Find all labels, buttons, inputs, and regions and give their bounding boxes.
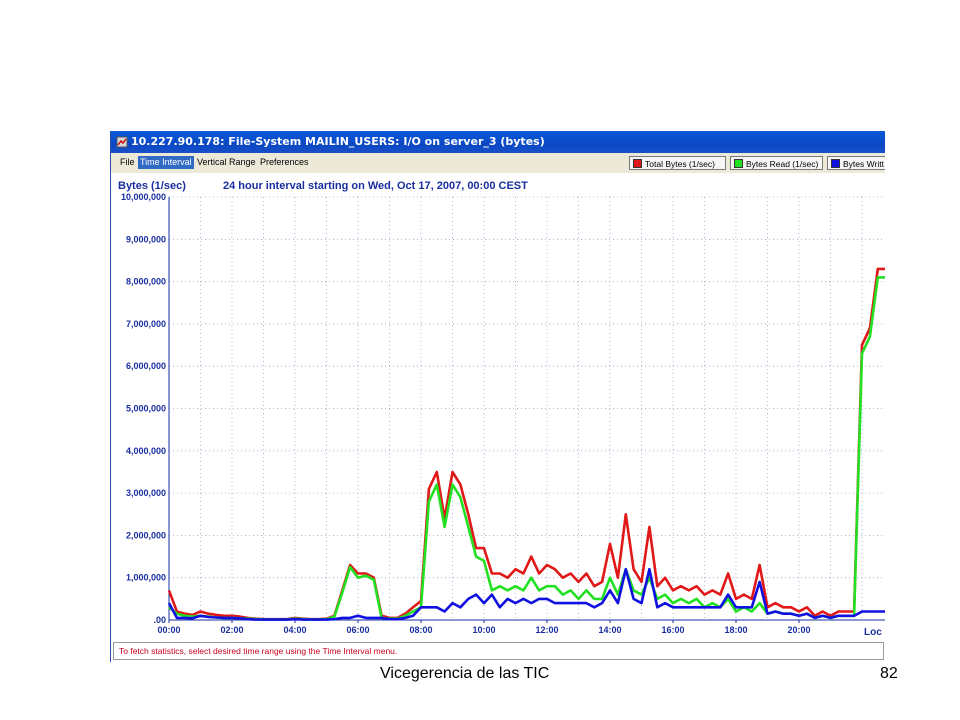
legend-label: Total Bytes (1/sec) [645,159,715,169]
y-tick-label: 10,000,000 [121,192,166,202]
y-tick-label: 4,000,000 [126,446,166,456]
y-tick-label: 9,000,000 [126,234,166,244]
x-tick-label: 06:00 [346,625,369,635]
page-number: 82 [880,665,898,682]
y-tick-label: 1,000,000 [126,573,166,583]
y-axis-label: Bytes (1/sec) [118,180,186,192]
y-tick-label: 6,000,000 [126,361,166,371]
x-tick-label: 16:00 [661,625,684,635]
chart-title: 24 hour interval starting on Wed, Oct 17… [223,180,528,192]
x-tick-label: 00:00 [157,625,180,635]
menu-bar: File Time Interval Vertical Range Prefer… [111,153,885,173]
y-tick-label: 3,000,000 [126,488,166,498]
window-app-icon[interactable] [116,136,128,148]
x-tick-label: 08:00 [409,625,432,635]
legend-bytes-read[interactable]: Bytes Read (1/sec) [730,156,823,170]
x-tick-label: 10:00 [472,625,495,635]
legend-swatch-red [633,159,642,168]
y-tick-label: .00 [153,615,166,625]
menu-preferences[interactable]: Preferences [258,156,311,169]
x-tick-label: 18:00 [724,625,747,635]
status-text: To fetch statistics, select desired time… [119,646,398,656]
window-title: 10.227.90.178: File-System MAILIN_USERS:… [131,135,545,148]
legend-label: Bytes Read (1/sec) [746,159,819,169]
legend-swatch-blue [831,159,840,168]
legend-bytes-written[interactable]: Bytes Writt [827,156,885,170]
y-tick-label: 2,000,000 [126,530,166,540]
x-tick-label: 14:00 [598,625,621,635]
status-bar: To fetch statistics, select desired time… [113,642,884,660]
y-tick-label: 5,000,000 [126,404,166,414]
menu-time-interval[interactable]: Time Interval [138,156,194,169]
legend-total-bytes[interactable]: Total Bytes (1/sec) [629,156,726,170]
menu-vertical-range[interactable]: Vertical Range [195,156,258,169]
legend-swatch-green [734,159,743,168]
corner-label: Loc [864,627,882,638]
x-tick-label: 04:00 [283,625,306,635]
y-tick-label: 8,000,000 [126,277,166,287]
window-title-bar[interactable]: 10.227.90.178: File-System MAILIN_USERS:… [111,131,885,153]
x-tick-label: 20:00 [787,625,810,635]
legend-label: Bytes Writt [843,159,884,169]
x-tick-label: 12:00 [535,625,558,635]
chart-window: 10.227.90.178: File-System MAILIN_USERS:… [110,131,885,662]
footer-org-name: Vicegerencia de las TIC [380,665,550,682]
x-tick-label: 02:00 [220,625,243,635]
menu-file[interactable]: File [118,156,137,169]
y-tick-label: 7,000,000 [126,319,166,329]
line-chart: Bytes (1/sec) 24 hour interval starting … [111,173,885,641]
